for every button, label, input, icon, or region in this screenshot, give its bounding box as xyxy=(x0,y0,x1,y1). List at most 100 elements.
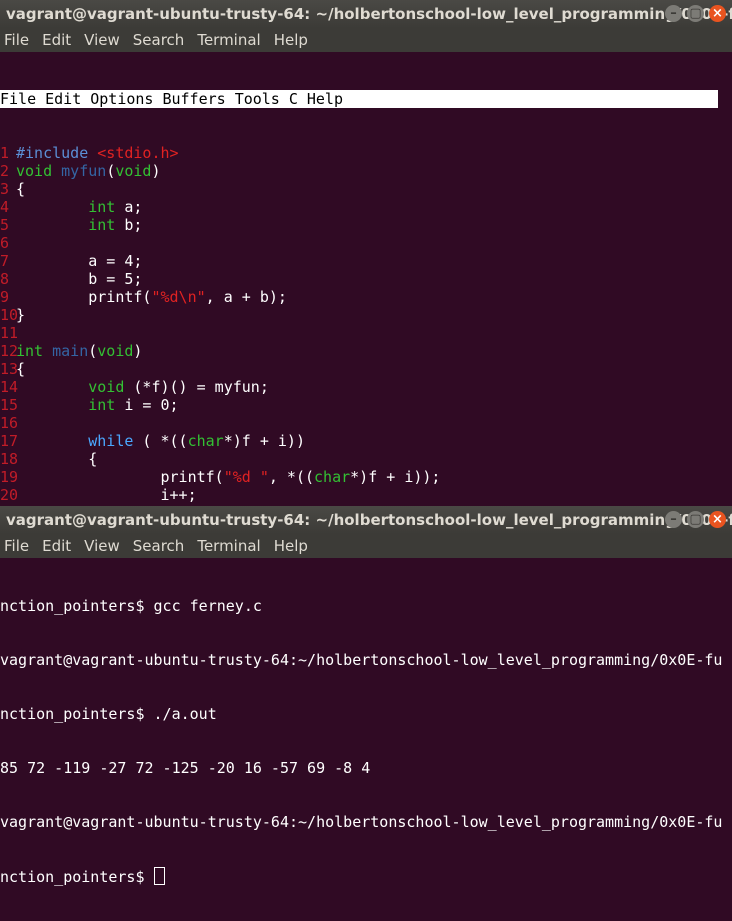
code-text: void (*f)() = myfun; xyxy=(88,378,269,396)
code-text: { xyxy=(16,360,26,378)
code-text: while ( *((char*)f + i)) xyxy=(88,432,305,450)
code-text: int main(void) xyxy=(16,342,143,360)
code-text: void myfun(void) xyxy=(16,162,161,180)
emacs-menubar: File Edit Options Buffers Tools C Help xyxy=(0,90,718,108)
terminal-prompt: nction_pointers$ xyxy=(0,868,154,886)
code-line: 13{ xyxy=(0,360,732,378)
top-window-titlebar[interactable]: vagrant@vagrant-ubuntu-trusty-64: ~/holb… xyxy=(0,0,732,28)
code-line: 11 xyxy=(0,324,732,342)
code-line: 1 #include <stdio.h> xyxy=(0,144,732,162)
terminal-line: nction_pointers$ gcc ferney.c xyxy=(0,597,262,615)
emacs-menu-options[interactable]: Options xyxy=(90,90,153,108)
minimize-icon[interactable]: – xyxy=(665,511,682,528)
emacs-menu-buffers[interactable]: Buffers xyxy=(162,90,225,108)
bottom-window-controls: – ▢ × xyxy=(665,511,726,528)
menu-help[interactable]: Help xyxy=(274,28,315,52)
code-line: 2 void myfun(void) xyxy=(0,162,732,180)
code-line: 12int main(void) xyxy=(0,342,732,360)
emacs-menu-file[interactable]: File xyxy=(0,90,36,108)
code-text: { xyxy=(16,450,98,468)
code-line: 3{ xyxy=(0,180,732,198)
line-number: 10 xyxy=(0,306,19,324)
code-text: } xyxy=(16,306,26,324)
line-number: 4 xyxy=(0,198,10,216)
code-text: printf("%d\n", a + b); xyxy=(16,288,287,306)
code-line: 14 void (*f)() = myfun; xyxy=(0,378,732,396)
line-number: 20 xyxy=(0,486,19,504)
menu-terminal[interactable]: Terminal xyxy=(197,534,267,558)
line-number: 6 xyxy=(0,234,10,252)
maximize-icon[interactable]: ▢ xyxy=(687,511,704,528)
top-terminal-menubar: File Edit View Search Terminal Help xyxy=(0,28,732,52)
menu-search[interactable]: Search xyxy=(133,534,192,558)
line-number: 17 xyxy=(0,432,19,450)
terminal-line: 85 72 -119 -27 72 -125 -20 16 -57 69 -8 … xyxy=(0,759,371,777)
top-terminal-window: vagrant@vagrant-ubuntu-trusty-64: ~/holb… xyxy=(0,0,732,576)
emacs-menu-help[interactable]: Help xyxy=(307,90,343,108)
line-number: 19 xyxy=(0,468,19,486)
line-number: 16 xyxy=(0,414,19,432)
menu-file[interactable]: File xyxy=(4,534,36,558)
code-line: 15 int i = 0; xyxy=(0,396,732,414)
terminal-output[interactable]: nction_pointers$ gcc ferney.c vagrant@va… xyxy=(0,558,732,921)
code-text: b = 5; xyxy=(16,270,143,288)
line-number: 15 xyxy=(0,396,19,414)
top-window-title: vagrant@vagrant-ubuntu-trusty-64: ~/holb… xyxy=(6,5,732,23)
line-number: 9 xyxy=(0,288,10,306)
line-number: 1 xyxy=(0,144,10,162)
close-icon[interactable]: × xyxy=(709,511,726,528)
bottom-window-titlebar[interactable]: vagrant@vagrant-ubuntu-trusty-64: ~/holb… xyxy=(0,506,732,534)
menu-view[interactable]: View xyxy=(84,534,127,558)
line-number: 12 xyxy=(0,342,19,360)
code-text: int i = 0; xyxy=(88,396,179,414)
line-number: 13 xyxy=(0,360,19,378)
menu-edit[interactable]: Edit xyxy=(42,28,78,52)
code-text: { xyxy=(16,180,26,198)
menu-view[interactable]: View xyxy=(84,28,127,52)
menu-file[interactable]: File xyxy=(4,28,36,52)
line-number: 11 xyxy=(0,324,19,342)
emacs-menu-tools[interactable]: Tools xyxy=(235,90,280,108)
code-line: 7 a = 4; xyxy=(0,252,732,270)
line-number: 7 xyxy=(0,252,10,270)
menu-help[interactable]: Help xyxy=(274,534,315,558)
menu-edit[interactable]: Edit xyxy=(42,534,78,558)
code-line: 6 xyxy=(0,234,732,252)
maximize-icon[interactable]: ▢ xyxy=(687,5,704,22)
code-text: int b; xyxy=(88,216,143,234)
bottom-terminal-window: vagrant@vagrant-ubuntu-trusty-64: ~/holb… xyxy=(0,506,732,886)
code-line: 8 b = 5; xyxy=(0,270,732,288)
bottom-terminal-menubar: File Edit View Search Terminal Help xyxy=(0,534,732,558)
minimize-icon[interactable]: – xyxy=(665,5,682,22)
bottom-window-title: vagrant@vagrant-ubuntu-trusty-64: ~/holb… xyxy=(6,511,732,529)
line-number: 2 xyxy=(0,162,10,180)
line-number: 8 xyxy=(0,270,10,288)
code-line: 17 while ( *((char*)f + i)) xyxy=(0,432,732,450)
terminal-line: nction_pointers$ ./a.out xyxy=(0,705,217,723)
line-number: 5 xyxy=(0,216,10,234)
code-text: a = 4; xyxy=(16,252,143,270)
code-line: 20 i++; xyxy=(0,486,732,504)
terminal-line: vagrant@vagrant-ubuntu-trusty-64:~/holbe… xyxy=(0,651,723,669)
code-line: 19 printf("%d ", *((char*)f + i)); xyxy=(0,468,732,486)
menu-search[interactable]: Search xyxy=(133,28,192,52)
terminal-cursor xyxy=(153,867,165,885)
code-line: 5 int b; xyxy=(0,216,732,234)
line-number: 18 xyxy=(0,450,19,468)
code-text: int a; xyxy=(88,198,143,216)
code-line: 16 xyxy=(0,414,732,432)
top-window-controls: – ▢ × xyxy=(665,5,726,22)
menu-terminal[interactable]: Terminal xyxy=(197,28,267,52)
code-line: 18 { xyxy=(0,450,732,468)
terminal-line: vagrant@vagrant-ubuntu-trusty-64:~/holbe… xyxy=(0,813,723,831)
code-text: printf("%d ", *((char*)f + i)); xyxy=(16,468,441,486)
close-icon[interactable]: × xyxy=(709,5,726,22)
code-text: #include <stdio.h> xyxy=(16,144,179,162)
code-line: 4 int a; xyxy=(0,198,732,216)
emacs-menu-c[interactable]: C xyxy=(289,90,298,108)
emacs-menu-edit[interactable]: Edit xyxy=(45,90,81,108)
code-text: i++; xyxy=(16,486,197,504)
code-line: 9 printf("%d\n", a + b); xyxy=(0,288,732,306)
line-number: 14 xyxy=(0,378,19,396)
terminal-prompt-line: nction_pointers$ xyxy=(0,867,732,886)
